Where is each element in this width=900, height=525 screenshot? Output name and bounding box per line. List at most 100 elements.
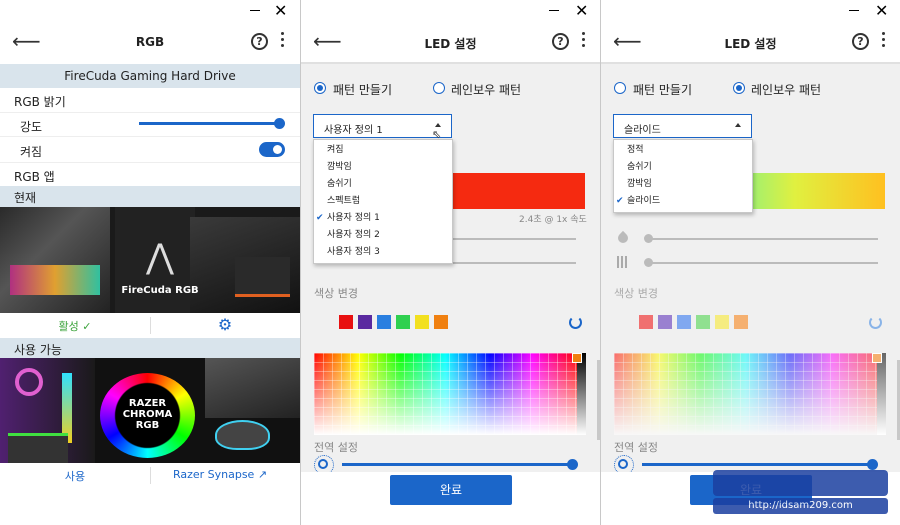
pattern-slider[interactable] — [646, 262, 878, 264]
more-menu-icon[interactable] — [882, 32, 886, 50]
firecuda-image: ⋀ FireCuda RGB — [0, 207, 300, 313]
app-header: ⟵ RGB ? — [0, 22, 300, 62]
customize-icon[interactable]: ⚙ — [150, 315, 300, 334]
grayscale-column[interactable] — [577, 353, 586, 435]
color-swatch[interactable] — [434, 315, 448, 329]
reset-icon — [869, 316, 882, 329]
close-icon[interactable]: ✕ — [875, 2, 888, 20]
watermark: http://idsam209.com — [713, 470, 893, 520]
dropdown-item[interactable]: 깜박임 — [614, 176, 752, 193]
color-swatch[interactable] — [677, 315, 691, 329]
global-settings-label: 전역 설정 — [314, 441, 358, 454]
more-menu-icon[interactable] — [281, 32, 285, 50]
device-name-bar: FireCuda Gaming Hard Drive — [0, 64, 300, 88]
use-button[interactable]: 사용 — [0, 468, 150, 484]
color-swatch[interactable] — [415, 315, 429, 329]
color-picker-grid[interactable] — [314, 353, 577, 435]
selected-color-marker — [572, 353, 582, 363]
dropdown-item[interactable]: ✔ 슬라이드 — [614, 193, 752, 210]
color-swatch[interactable] — [658, 315, 672, 329]
current-tabs: 활성 ✓ ⚙ — [0, 313, 300, 338]
on-toggle[interactable] — [259, 142, 285, 157]
selected-color-marker — [872, 353, 882, 363]
global-brightness-slider[interactable] — [342, 463, 574, 466]
radio-create-pattern[interactable] — [314, 82, 326, 94]
radio-create-pattern[interactable] — [614, 82, 626, 94]
razer-synapse-link[interactable]: Razer Synapse ↗ — [150, 468, 290, 481]
window-titlebar: ✕ — [301, 0, 600, 22]
pattern-dropdown: 정적 숨쉬기 깜박임 ✔ 슬라이드 — [613, 139, 753, 213]
radio-create-pattern-label: 패턴 만들기 — [333, 83, 393, 97]
radio-rainbow-pattern-label: 레인보우 패턴 — [751, 83, 822, 97]
dropdown-item[interactable]: 숨쉬기 — [614, 159, 752, 176]
razer-chroma-image: RAZER CHROMA RGB — [0, 358, 300, 463]
dropdown-item[interactable]: 사용자 정의 3 — [314, 244, 452, 261]
help-icon[interactable]: ? — [552, 33, 569, 50]
current-section-label: 현재 — [0, 186, 300, 207]
radio-rainbow-pattern[interactable] — [433, 82, 445, 94]
on-label: 켜짐 — [20, 145, 43, 159]
color-swatch[interactable] — [639, 315, 653, 329]
razer-image-text: RAZER CHROMA RGB — [122, 398, 173, 431]
intensity-slider-thumb[interactable] — [274, 118, 285, 129]
minimize-icon[interactable] — [250, 10, 260, 11]
dropdown-item[interactable]: 정적 — [614, 142, 752, 159]
help-icon[interactable]: ? — [852, 33, 869, 50]
close-icon[interactable]: ✕ — [575, 2, 588, 20]
grayscale-column — [877, 353, 886, 435]
intensity-label: 강도 — [20, 120, 43, 134]
color-change-label: 색상 변경 — [314, 287, 358, 300]
checkmark-icon: ✔ — [316, 213, 324, 223]
minimize-icon[interactable] — [849, 10, 859, 11]
rgb-app-label: RGB 앱 — [0, 162, 300, 186]
help-icon[interactable]: ? — [251, 33, 268, 50]
watermark-url: http://idsam209.com — [713, 498, 888, 514]
window-titlebar: ✕ — [0, 0, 300, 22]
speed-slider[interactable] — [646, 238, 878, 240]
dropdown-item[interactable]: 깜박임 — [314, 159, 452, 176]
dropdown-item[interactable]: ✔ 사용자 정의 1 — [314, 210, 452, 227]
radio-create-pattern-label: 패턴 만들기 — [633, 83, 693, 97]
color-swatch[interactable] — [377, 315, 391, 329]
dropdown-item[interactable]: 숨쉬기 — [314, 176, 452, 193]
chevron-up-icon — [735, 123, 741, 127]
dropdown-item[interactable]: 켜짐 — [314, 142, 452, 159]
external-link-icon: ↗ — [257, 468, 268, 481]
led-settings-panel-custom: ✕ ⟵ LED 설정 ? 패턴 만들기 레인보우 패턴 2.4초 @ 1x 속도… — [300, 0, 600, 525]
close-icon[interactable]: ✕ — [274, 2, 287, 20]
minimize-icon[interactable] — [549, 10, 559, 11]
firecuda-image-text: FireCuda RGB — [121, 285, 199, 296]
color-swatch[interactable] — [358, 315, 372, 329]
color-swatch[interactable] — [396, 315, 410, 329]
speed-slider-thumb[interactable] — [644, 234, 653, 243]
color-swatch[interactable] — [715, 315, 729, 329]
app-header: ⟵ LED 설정 ? — [301, 22, 600, 62]
rgb-brightness-label: RGB 밝기 — [0, 88, 300, 112]
pattern-icon — [617, 256, 627, 268]
seagate-logo-icon: ⋀ — [146, 237, 174, 277]
dropdown-item[interactable]: 스펙트럼 — [314, 193, 452, 210]
rgb-panel: ✕ ⟵ RGB ? FireCuda Gaming Hard Drive RGB… — [0, 0, 300, 525]
active-status: 활성 ✓ — [58, 320, 92, 333]
pattern-select[interactable]: 슬라이드 — [613, 114, 752, 138]
color-swatch[interactable] — [734, 315, 748, 329]
global-settings-label: 전역 설정 — [614, 441, 658, 454]
intensity-slider[interactable] — [139, 122, 280, 125]
pattern-slider-thumb[interactable] — [644, 258, 653, 267]
radio-rainbow-pattern[interactable] — [733, 82, 745, 94]
global-brightness-slider[interactable] — [642, 463, 874, 466]
done-button[interactable]: 완료 — [390, 475, 512, 505]
available-section-label: 사용 가능 — [0, 338, 300, 358]
dropdown-item[interactable]: 사용자 정의 2 — [314, 227, 452, 244]
reset-icon[interactable] — [569, 316, 582, 329]
brightness-icon — [614, 455, 634, 475]
radio-rainbow-pattern-label: 레인보우 패턴 — [451, 83, 522, 97]
global-brightness-thumb[interactable] — [867, 459, 878, 470]
window-titlebar: ✕ — [601, 0, 900, 22]
global-brightness-thumb[interactable] — [567, 459, 578, 470]
brightness-icon — [314, 455, 334, 475]
more-menu-icon[interactable] — [582, 32, 586, 50]
led-settings-panel-rainbow: ✕ ⟵ LED 설정 ? 패턴 만들기 레인보우 패턴 색상 변경 전역 설정 … — [600, 0, 900, 525]
color-swatch[interactable] — [339, 315, 353, 329]
color-swatch[interactable] — [696, 315, 710, 329]
